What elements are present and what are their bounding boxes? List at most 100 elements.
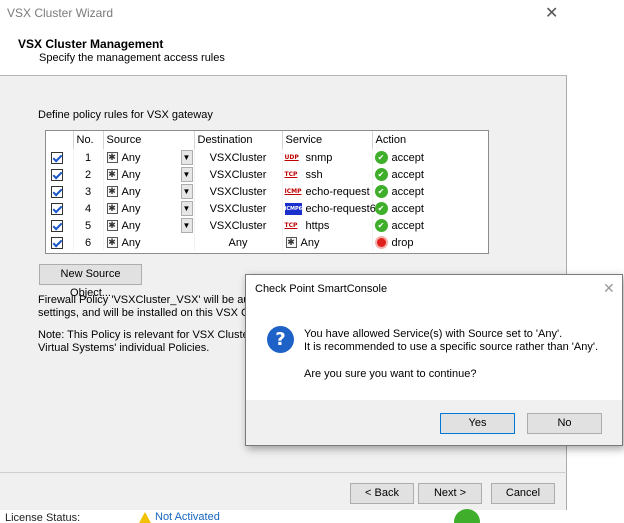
table-header-row: No. Source Destination Service Action [46,131,488,149]
rule-source: Any [121,151,141,164]
rule-service-cell[interactable]: ICMP echo-request [283,186,372,198]
rule-service-cell[interactable]: ✱ Any [283,237,372,249]
close-icon[interactable]: ✕ [545,3,558,23]
rule-service-cell[interactable]: TCP https [283,220,372,232]
rule-source-cell[interactable]: ✱ Any ▼ [104,201,194,216]
rule-source-cell[interactable]: ✱ Any ▼ [104,150,194,165]
rule-action-cell[interactable]: ✔ accept [373,168,489,181]
firewall-policy-line-1: Firewall Policy 'VSXCluster_VSX' will be… [38,294,250,306]
rule-action-cell[interactable]: ✔ accept [373,202,489,215]
any-object-icon: ✱ [106,186,118,197]
rule-destination: VSXCluster [194,183,283,200]
firewall-policy-text: Firewall Policy 'VSXCluster_VSX' will be… [38,294,250,320]
wizard-header: VSX Cluster Management Specify the manag… [0,26,567,76]
status-indicator-icon [454,509,480,523]
column-header-destination[interactable]: Destination [194,131,283,149]
rule-service: https [305,219,330,232]
rule-source: Any [121,236,141,249]
rule-destination: Any [194,234,283,251]
chevron-down-icon[interactable]: ▼ [180,184,193,199]
wizard-titlebar: VSX Cluster Wizard ✕ [0,0,567,26]
license-status-value[interactable]: Not Activated [139,511,220,523]
rule-enabled-checkbox[interactable] [51,151,63,164]
rule-enabled-checkbox[interactable] [51,236,63,249]
table-row[interactable]: 4 ✱ Any ▼ VSXCluster ICMP6 echo-request6 ✔ accep… [46,200,488,217]
column-header-action[interactable]: Action [372,131,488,149]
rule-destination: VSXCluster [194,200,283,217]
chevron-down-icon[interactable]: ▼ [180,150,193,165]
table-row[interactable]: 2 ✱ Any ▼ VSXCluster TCP ssh ✔ accept [46,166,488,183]
rule-source-cell[interactable]: ✱ Any ▼ [104,167,194,182]
new-source-object-button[interactable]: New Source Object... [39,264,142,299]
dialog-title: Check Point SmartConsole [255,283,388,295]
rule-destination: VSXCluster [194,217,283,234]
yes-button[interactable]: Yes [440,413,515,434]
cancel-button[interactable]: Cancel [491,483,555,504]
chevron-down-icon[interactable]: ▼ [180,201,193,216]
dialog-message-line-1: You have allowed Service(s) with Source … [304,328,563,340]
column-header-service[interactable]: Service [282,131,373,149]
license-status-text[interactable]: Not Activated [155,511,220,523]
policy-rules-table: No. Source Destination Service Action 1 ✱… [45,130,489,254]
license-status-label: License Status: [5,512,81,523]
rule-source-cell[interactable]: ✱ Any [104,237,194,249]
accept-icon: ✔ [374,219,388,232]
any-object-icon: ✱ [106,237,118,248]
protocol-icon: TCP [284,171,298,178]
column-header-enabled[interactable] [46,131,74,149]
dialog-message-line-2: It is recommended to use a specific sour… [304,341,599,353]
column-header-source[interactable]: Source [103,131,195,149]
next-button[interactable]: Next > [418,483,482,504]
drop-icon [374,236,388,249]
rule-action-cell[interactable]: ✔ accept [373,185,489,198]
protocol-icon: TCP [284,222,298,229]
rule-action-cell[interactable]: ✔ accept [373,151,489,164]
back-button[interactable]: < Back [350,483,414,504]
any-object-icon: ✱ [106,220,118,231]
no-button[interactable]: No [527,413,602,434]
rule-enabled-checkbox[interactable] [51,185,63,198]
smartconsole-confirm-dialog: Check Point SmartConsole ✕ ? You have al… [245,274,623,446]
dialog-titlebar: Check Point SmartConsole ✕ [246,275,622,302]
accept-icon: ✔ [374,168,388,181]
rule-number: 4 [73,200,104,217]
rule-service-cell[interactable]: ICMP6 echo-request6 [283,202,376,215]
question-icon: ? [267,326,294,353]
firewall-policy-line-2: settings, and will be installed on this … [38,307,250,319]
rule-number: 2 [73,166,104,183]
footer-divider [0,472,567,473]
rule-number: 5 [73,217,104,234]
rule-source-cell[interactable]: ✱ Any ▼ [104,184,194,199]
rule-service-cell[interactable]: UDP snmp [283,152,372,164]
table-row[interactable]: 5 ✱ Any ▼ VSXCluster TCP https ✔ accept [46,217,488,234]
chevron-down-icon[interactable]: ▼ [180,167,193,182]
dialog-close-icon[interactable]: ✕ [603,280,615,297]
protocol-icon: UDP [284,154,299,161]
rule-action: accept [391,185,424,198]
any-object-icon: ✱ [106,203,118,214]
table-row[interactable]: 3 ✱ Any ▼ VSXCluster ICMP echo-request ✔ accept [46,183,488,200]
rule-action: drop [391,236,414,249]
accept-icon: ✔ [374,151,388,164]
rule-source-cell[interactable]: ✱ Any ▼ [104,218,194,233]
column-header-no[interactable]: No. [73,131,104,149]
policy-note-text: Note: This Policy is relevant for VSX Cl… [38,329,250,355]
policy-note-line-1: Note: This Policy is relevant for VSX Cl… [38,329,250,341]
rule-service: echo-request6 [305,202,376,215]
rule-action-cell[interactable]: ✔ accept [373,219,489,232]
dialog-question: Are you sure you want to continue? [304,368,477,380]
chevron-down-icon[interactable]: ▼ [180,218,193,233]
any-object-icon: ✱ [106,152,118,163]
rule-service-cell[interactable]: TCP ssh [283,169,372,181]
table-row[interactable]: 6 ✱ Any Any ✱ Any drop [46,234,488,251]
rule-action: accept [391,151,424,164]
accept-icon: ✔ [374,202,388,215]
rule-enabled-checkbox[interactable] [51,202,63,215]
rule-enabled-checkbox[interactable] [51,168,63,181]
rule-source: Any [121,168,141,181]
table-row[interactable]: 1 ✱ Any ▼ VSXCluster UDP snmp ✔ accept [46,149,488,166]
rule-service: echo-request [305,185,370,198]
rule-source: Any [121,185,141,198]
rule-enabled-checkbox[interactable] [51,219,63,232]
rule-action-cell[interactable]: drop [373,236,489,249]
